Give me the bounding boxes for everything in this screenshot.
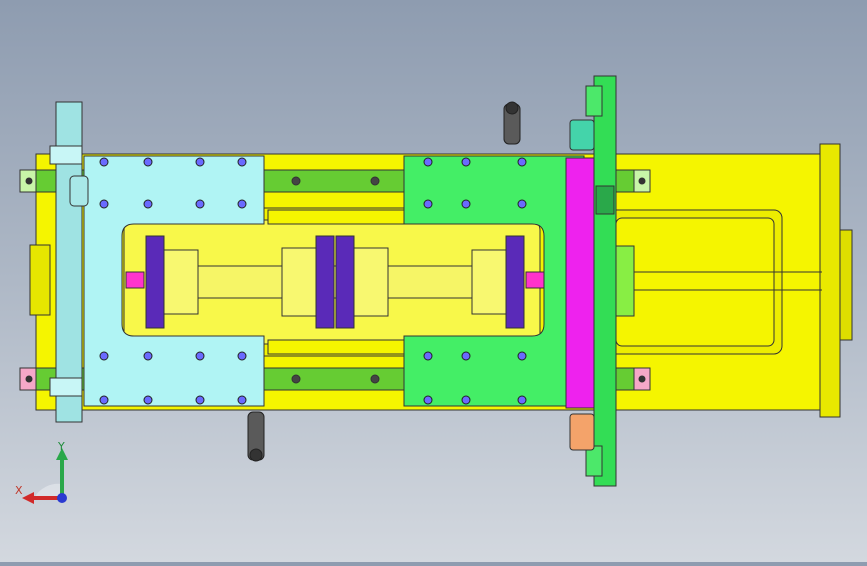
triad-arrows	[22, 448, 68, 504]
x-axis-label: X	[15, 484, 23, 497]
cad-viewport[interactable]: X Y	[0, 0, 867, 562]
y-axis-label: Y	[58, 440, 65, 453]
coordinate-triad: X Y	[14, 440, 76, 506]
left-end-plate	[49, 101, 89, 423]
right-end-assembly	[565, 75, 635, 487]
assembly-drawing	[19, 75, 853, 487]
